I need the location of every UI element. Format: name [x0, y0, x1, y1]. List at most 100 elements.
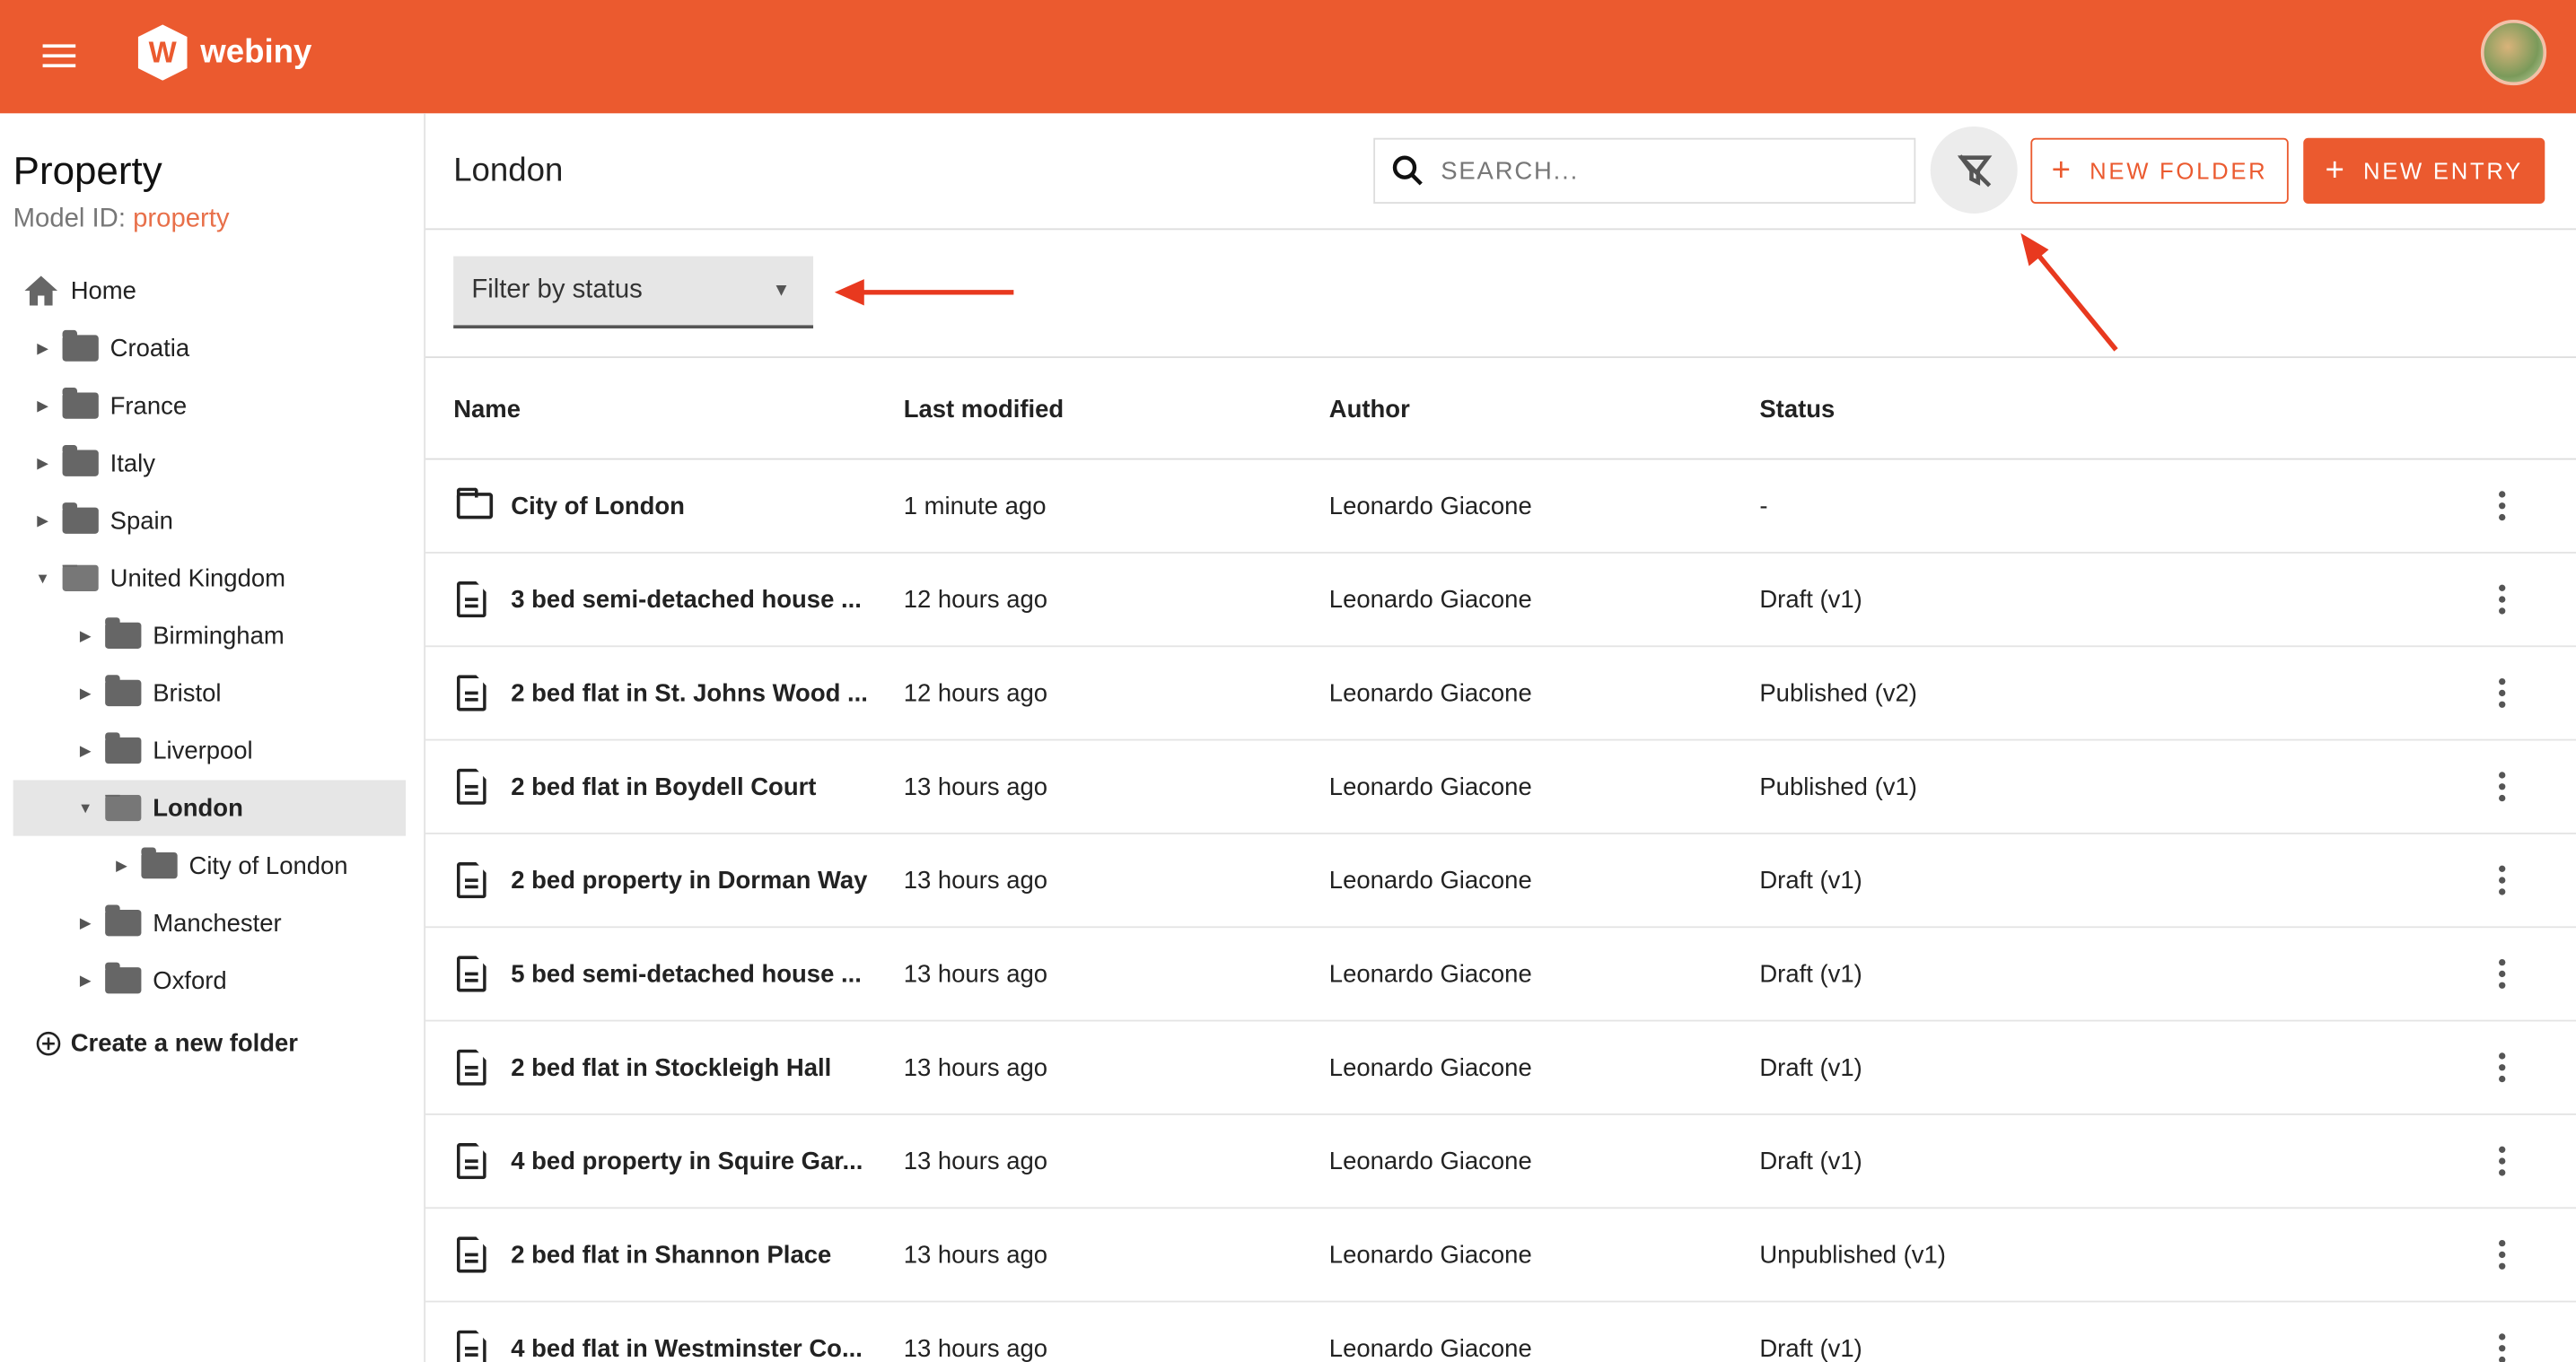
model-title: Property [13, 149, 162, 194]
table-row[interactable]: 2 bed flat in Stockleigh Hall 13 hours a… [425, 1022, 2576, 1115]
folder-icon [62, 445, 99, 476]
tree-item-label: London [153, 793, 243, 823]
row-name[interactable]: 5 bed semi-detached house ... [511, 928, 862, 1020]
row-last-modified: 1 minute ago [903, 492, 1047, 520]
row-icon-cell [456, 647, 486, 739]
tree-item-label: Birmingham [153, 621, 285, 650]
row-name[interactable]: City of London [511, 460, 685, 553]
table-row[interactable]: 4 bed property in Squire Gar... 13 hours… [425, 1115, 2576, 1209]
row-menu-button[interactable] [2499, 834, 2506, 927]
top-bar: W webiny [0, 0, 2576, 114]
table-row[interactable]: 2 bed flat in St. Johns Wood ... 12 hour… [425, 647, 2576, 741]
create-folder-link[interactable]: Create a new folder [36, 1015, 298, 1070]
status-filter-select[interactable]: Filter by status ▼ [453, 256, 814, 329]
table-row[interactable]: 4 bed flat in Westminster Co... 13 hours… [425, 1303, 2576, 1362]
webiny-logo[interactable]: W webiny [137, 24, 311, 81]
row-status: - [1759, 492, 1768, 520]
caret-down-icon[interactable]: ▼ [75, 799, 95, 816]
row-menu-button[interactable] [2499, 741, 2506, 834]
tree-item[interactable]: ▼ London [13, 780, 407, 836]
sidebar: Property Model ID: property Home ▶ Croati… [0, 113, 426, 1362]
tree-item-label: Home [70, 276, 136, 305]
tree-item[interactable]: ▶ Manchester [75, 895, 282, 951]
tree-item[interactable]: ▶ Liverpool [75, 722, 253, 778]
table-row[interactable]: 2 bed property in Dorman Way 13 hours ag… [425, 834, 2576, 929]
row-icon-cell [456, 928, 486, 1020]
folder-icon [105, 904, 142, 937]
plus-icon: + [2325, 152, 2347, 188]
row-name[interactable]: 2 bed flat in St. Johns Wood ... [511, 647, 868, 739]
tree-item[interactable]: ▶ Birmingham [75, 607, 285, 663]
caret-right-icon[interactable]: ▶ [33, 511, 53, 529]
table-row[interactable]: 2 bed flat in Shannon Place 13 hours ago… [425, 1209, 2576, 1303]
row-menu-button[interactable] [2499, 554, 2506, 646]
plus-icon: + [2051, 152, 2073, 188]
caret-right-icon[interactable]: ▶ [75, 626, 95, 644]
tree-item-label: United Kingdom [110, 563, 286, 592]
divider [425, 356, 2576, 359]
caret-right-icon[interactable]: ▶ [75, 741, 95, 759]
caret-down-icon[interactable]: ▼ [33, 570, 53, 586]
tree-item[interactable]: ▶ Italy [33, 435, 155, 491]
document-icon [456, 1049, 486, 1086]
row-status: Draft (v1) [1759, 1334, 1862, 1362]
column-header-name[interactable]: Name [453, 396, 521, 423]
more-vertical-icon [2499, 677, 2506, 708]
caret-right-icon[interactable]: ▶ [75, 914, 95, 932]
row-last-modified: 13 hours ago [903, 1147, 1048, 1175]
row-menu-button[interactable] [2499, 1115, 2506, 1208]
row-status: Draft (v1) [1759, 959, 1862, 988]
new-entry-label: NEW ENTRY [2362, 157, 2523, 185]
caret-right-icon[interactable]: ▶ [75, 972, 95, 990]
row-menu-button[interactable] [2499, 928, 2506, 1020]
new-entry-button[interactable]: + NEW ENTRY [2303, 137, 2545, 204]
row-menu-button[interactable] [2499, 1022, 2506, 1114]
row-status: Draft (v1) [1759, 866, 1862, 895]
search-input[interactable] [1441, 156, 1869, 185]
column-header-author[interactable]: Author [1329, 396, 1410, 423]
row-menu-button[interactable] [2499, 647, 2506, 739]
toggle-filters-button[interactable] [1930, 126, 2018, 214]
tree-item-label: Italy [110, 449, 156, 477]
tree-item[interactable]: ▶ Oxford [75, 953, 227, 1008]
row-menu-button[interactable] [2499, 460, 2506, 553]
caret-right-icon[interactable]: ▶ [33, 339, 53, 357]
tree-item[interactable]: ▶ Croatia [33, 320, 189, 376]
caret-right-icon[interactable]: ▶ [33, 397, 53, 415]
table-row[interactable]: City of London 1 minute ago Leonardo Gia… [425, 460, 2576, 554]
tree-item[interactable]: ▶ City of London [111, 838, 348, 894]
caret-right-icon[interactable]: ▶ [33, 454, 53, 472]
row-name[interactable]: 3 bed semi-detached house ... [511, 554, 862, 646]
table-row[interactable]: 5 bed semi-detached house ... 13 hours a… [425, 928, 2576, 1022]
row-name[interactable]: 2 bed flat in Boydell Court [511, 741, 816, 834]
tree-item-home[interactable]: Home [23, 263, 136, 319]
new-folder-button[interactable]: + NEW FOLDER [2030, 137, 2289, 204]
row-author: Leonardo Giacone [1328, 1147, 1532, 1175]
caret-right-icon[interactable]: ▶ [75, 684, 95, 702]
row-author: Leonardo Giacone [1328, 492, 1532, 520]
user-avatar[interactable] [2480, 19, 2547, 86]
row-name[interactable]: 4 bed flat in Westminster Co... [511, 1303, 863, 1362]
row-name[interactable]: 4 bed property in Squire Gar... [511, 1115, 863, 1208]
tree-item[interactable]: ▶ France [33, 378, 187, 433]
row-menu-button[interactable] [2499, 1209, 2506, 1301]
caret-right-icon[interactable]: ▶ [111, 857, 131, 875]
row-last-modified: 13 hours ago [903, 1240, 1048, 1269]
row-name[interactable]: 2 bed flat in Shannon Place [511, 1209, 831, 1301]
row-name[interactable]: 2 bed flat in Stockleigh Hall [511, 1022, 831, 1114]
hamburger-menu-icon[interactable] [42, 44, 76, 68]
app: W webiny Property Model ID: property Hom… [0, 0, 2576, 1362]
column-header-last-modified[interactable]: Last modified [904, 396, 1064, 423]
table-row[interactable]: 2 bed flat in Boydell Court 13 hours ago… [425, 741, 2576, 834]
table-row[interactable]: 3 bed semi-detached house ... 12 hours a… [425, 554, 2576, 648]
tree-item[interactable]: ▼ United Kingdom [33, 550, 285, 606]
column-header-status[interactable]: Status [1759, 396, 1835, 423]
row-name[interactable]: 2 bed property in Dorman Way [511, 834, 867, 927]
search-box[interactable] [1373, 137, 1916, 204]
more-vertical-icon [2499, 491, 2506, 521]
row-status: Draft (v1) [1759, 585, 1862, 614]
tree-item[interactable]: ▶ Spain [33, 493, 173, 548]
logo-mark: W [137, 24, 188, 81]
row-menu-button[interactable] [2499, 1303, 2506, 1362]
tree-item[interactable]: ▶ Bristol [75, 665, 222, 720]
